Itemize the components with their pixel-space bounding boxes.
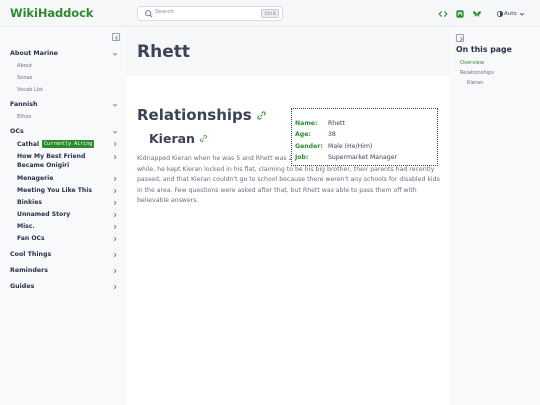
sidebar-section-about-marine[interactable]: About Marine — [10, 50, 118, 57]
mastodon-icon[interactable] — [455, 9, 465, 19]
collapse-sidebar-button[interactable] — [112, 33, 120, 41]
sidebar-item-about[interactable]: About — [17, 63, 118, 69]
sidebar-item-menagerie[interactable]: Menagerie — [17, 175, 118, 182]
sidebar-item-vocab-list[interactable]: Vocab List — [17, 87, 118, 93]
infobox-row-name: Name: Rhett — [295, 120, 345, 127]
chevron-right-icon — [113, 176, 117, 181]
sidebar-item-meeting-you-like-this[interactable]: Meeting You Like This — [17, 187, 118, 194]
sidebar-item-binkies[interactable]: Binkies — [17, 199, 118, 206]
link-icon[interactable] — [199, 134, 208, 143]
infobox-row-age: Age: 38 — [295, 131, 336, 138]
sidebar-item-ethos[interactable]: Ethos — [17, 114, 118, 120]
sidebar-item-unnamed-story[interactable]: Unnamed Story — [17, 211, 118, 218]
chevron-right-icon — [113, 200, 117, 205]
collapse-toc-button[interactable] — [456, 34, 464, 42]
chevron-down-icon — [112, 52, 118, 56]
sidebar-item-cathal[interactable]: Cathal Currently Airing — [17, 140, 118, 148]
top-bar: WikiHaddock Search Ctrl K Auto — [0, 0, 540, 27]
chevron-right-icon — [113, 141, 117, 147]
theme-label: Auto — [504, 10, 517, 17]
chevron-right-icon — [113, 268, 117, 273]
chevron-right-icon — [460, 36, 463, 42]
chevron-down-icon — [112, 103, 118, 107]
sidebar-section-ocs[interactable]: OCs — [10, 128, 118, 135]
toc-link-kieran[interactable]: Kieran — [467, 80, 483, 86]
table-of-contents: On this page Overview Relationships Kier… — [450, 28, 540, 405]
link-icon[interactable] — [256, 110, 267, 121]
sidebar-item-sonas[interactable]: Sonas — [17, 75, 118, 81]
sidebar-section-cool-things[interactable]: Cool Things — [10, 251, 118, 258]
status-badge: Currently Airing — [42, 140, 95, 148]
section-heading-relationships: Relationships — [137, 106, 267, 124]
toc-link-relationships[interactable]: Relationships — [460, 70, 494, 76]
chevron-right-icon — [113, 154, 117, 160]
search-input[interactable]: Search Ctrl K — [137, 6, 283, 21]
page-title: Rhett — [137, 42, 190, 62]
sidebar-section-reminders[interactable]: Reminders — [10, 267, 118, 274]
site-logo[interactable]: WikiHaddock — [10, 6, 93, 20]
chevron-down-icon — [519, 12, 524, 16]
infobox-row-gender: Gender: Male (He/Him) — [295, 143, 373, 150]
sidebar-section-fannish[interactable]: Fannish — [10, 101, 118, 108]
infobox: Name: Rhett Age: 38 Gender: Male (He/Him… — [291, 108, 438, 166]
theme-toggle[interactable]: Auto — [496, 8, 525, 19]
infobox-row-job: Job: Supermarket Manager — [295, 154, 398, 161]
search-icon — [145, 10, 153, 18]
sidebar-item-misc[interactable]: Misc. — [17, 223, 118, 230]
search-placeholder: Search — [155, 9, 174, 15]
chevron-right-icon — [113, 212, 117, 217]
toc-title: On this page — [456, 45, 512, 54]
chevron-right-icon — [113, 236, 117, 241]
chevron-right-icon — [113, 252, 117, 257]
subsection-heading-kieran: Kieran — [149, 131, 208, 146]
search-shortcut: Ctrl K — [261, 9, 279, 18]
sidebar-section-guides[interactable]: Guides — [10, 283, 118, 290]
chevron-right-icon — [113, 188, 117, 193]
theme-icon — [496, 10, 504, 17]
toc-link-overview[interactable]: Overview — [460, 60, 484, 66]
sidebar-item-how-my-best-friend[interactable]: How My Best Friend Became Onigiri — [17, 152, 118, 172]
chevron-right-icon — [113, 284, 117, 289]
chevron-right-icon — [113, 224, 117, 229]
sidebar: About Marine About Sonas Vocab List Fann… — [0, 28, 126, 405]
chevron-down-icon — [112, 130, 118, 134]
sidebar-item-fan-ocs[interactable]: Fan OCs — [17, 235, 118, 242]
code-icon[interactable] — [438, 9, 448, 19]
bluesky-icon[interactable] — [472, 9, 482, 19]
chevron-left-icon — [115, 35, 118, 41]
